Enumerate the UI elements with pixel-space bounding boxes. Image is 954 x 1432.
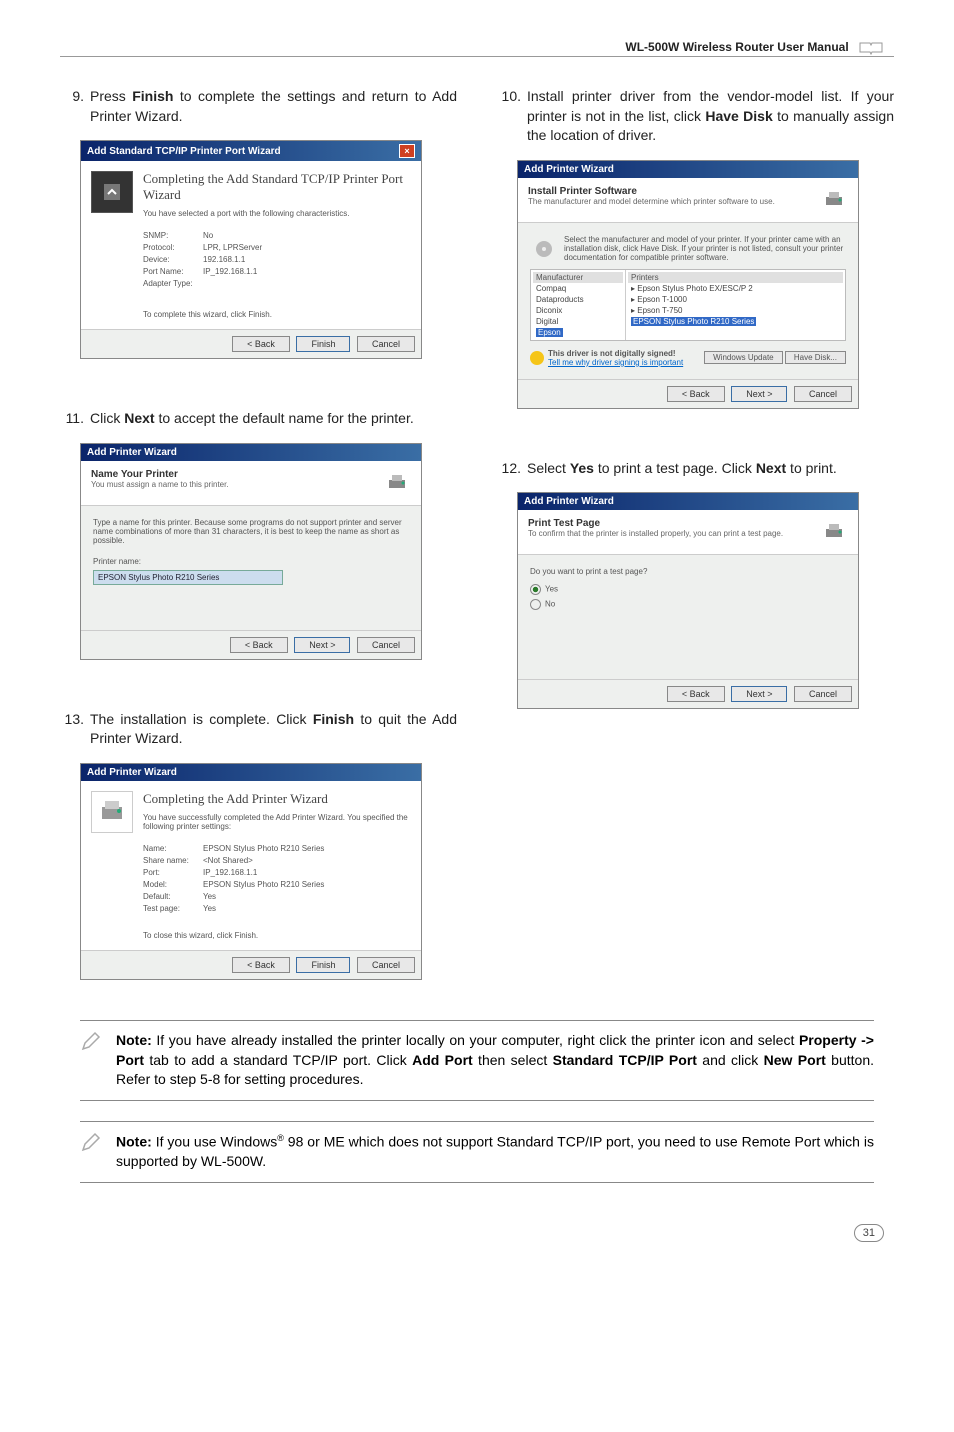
next-button[interactable]: Next > bbox=[731, 686, 787, 702]
cancel-button[interactable]: Cancel bbox=[794, 386, 852, 402]
list-item[interactable]: Dataproducts bbox=[533, 294, 623, 305]
warning-icon bbox=[530, 351, 544, 365]
dialog-completing-wizard: Add Printer Wizard Completing the Add Pr… bbox=[80, 763, 422, 980]
manufacturer-printer-list[interactable]: Manufacturer Compaq Dataproducts Diconix… bbox=[530, 269, 846, 341]
close-icon[interactable]: × bbox=[399, 144, 415, 158]
note-1: Note: If you have already installed the … bbox=[80, 1020, 874, 1101]
pencil-icon bbox=[80, 1031, 104, 1090]
step-9: 9. Press Finish to complete the settings… bbox=[60, 87, 457, 126]
printer-icon bbox=[820, 518, 848, 546]
list-item[interactable]: Compaq bbox=[533, 283, 623, 294]
finish-button[interactable]: Finish bbox=[296, 957, 350, 973]
page-header: WL-500W Wireless Router User Manual bbox=[60, 40, 894, 57]
next-button[interactable]: Next > bbox=[731, 386, 787, 402]
dialog-name-printer: Add Printer Wizard Name Your Printer You… bbox=[80, 443, 422, 660]
cancel-button[interactable]: Cancel bbox=[357, 336, 415, 352]
disk-icon bbox=[530, 235, 558, 263]
signing-link[interactable]: Tell me why driver signing is important bbox=[548, 358, 683, 367]
back-button[interactable]: < Back bbox=[230, 637, 288, 653]
printer-name-input[interactable]: EPSON Stylus Photo R210 Series bbox=[93, 570, 283, 585]
back-button[interactable]: < Back bbox=[667, 686, 725, 702]
dialog-install-software: Add Printer Wizard Install Printer Softw… bbox=[517, 160, 859, 409]
page-number: 31 bbox=[60, 1223, 894, 1241]
printer-icon bbox=[383, 469, 411, 497]
dialog-test-page: Add Printer Wizard Print Test Page To co… bbox=[517, 492, 859, 709]
step-11: 11. Click Next to accept the default nam… bbox=[60, 409, 457, 429]
radio-no[interactable]: No bbox=[530, 599, 846, 610]
list-item[interactable]: ▸ Epson T-750 bbox=[628, 305, 843, 316]
cancel-button[interactable]: Cancel bbox=[794, 686, 852, 702]
list-item[interactable]: ▸ Epson T-1000 bbox=[628, 294, 843, 305]
finish-button[interactable]: Finish bbox=[296, 336, 350, 352]
book-icon bbox=[858, 40, 884, 56]
step-13: 13. The installation is complete. Click … bbox=[60, 710, 457, 749]
printer-wizard-icon bbox=[91, 791, 133, 833]
back-button[interactable]: < Back bbox=[667, 386, 725, 402]
list-item: Epson bbox=[533, 327, 623, 338]
cancel-button[interactable]: Cancel bbox=[357, 957, 415, 973]
list-item[interactable]: ▸ Epson Stylus Photo EX/ESC/P 2 bbox=[628, 283, 843, 294]
dialog-title: Add Printer Wizard bbox=[87, 767, 177, 778]
pencil-icon bbox=[80, 1132, 104, 1172]
dialog-title: Add Printer Wizard bbox=[524, 164, 614, 175]
dialog-title: Add Printer Wizard bbox=[87, 447, 177, 458]
wizard-icon bbox=[91, 171, 133, 213]
dialog-title: Add Printer Wizard bbox=[524, 496, 614, 507]
note-2: Note: If you use Windows® 98 or ME which… bbox=[80, 1121, 874, 1183]
step-12: 12. Select Yes to print a test page. Cli… bbox=[497, 459, 894, 479]
next-button[interactable]: Next > bbox=[294, 637, 350, 653]
dialog-tcpip-wizard: Add Standard TCP/IP Printer Port Wizard … bbox=[80, 140, 422, 359]
radio-yes[interactable]: Yes bbox=[530, 584, 846, 595]
windows-update-button[interactable]: Windows Update bbox=[704, 351, 782, 364]
back-button[interactable]: < Back bbox=[232, 336, 290, 352]
cancel-button[interactable]: Cancel bbox=[357, 637, 415, 653]
printer-icon bbox=[820, 186, 848, 214]
list-item[interactable]: EPSON Stylus Photo R210 Series bbox=[628, 316, 843, 327]
step-10: 10. Install printer driver from the vend… bbox=[497, 87, 894, 146]
wizard-heading: Completing the Add Printer Wizard bbox=[143, 791, 411, 807]
have-disk-button[interactable]: Have Disk... bbox=[785, 351, 846, 364]
back-button[interactable]: < Back bbox=[232, 957, 290, 973]
manual-title: WL-500W Wireless Router User Manual bbox=[625, 40, 848, 54]
wizard-heading: Completing the Add Standard TCP/IP Print… bbox=[143, 171, 411, 203]
list-item[interactable]: Diconix bbox=[533, 305, 623, 316]
dialog-title: Add Standard TCP/IP Printer Port Wizard bbox=[87, 146, 281, 157]
list-item[interactable]: Digital bbox=[533, 316, 623, 327]
